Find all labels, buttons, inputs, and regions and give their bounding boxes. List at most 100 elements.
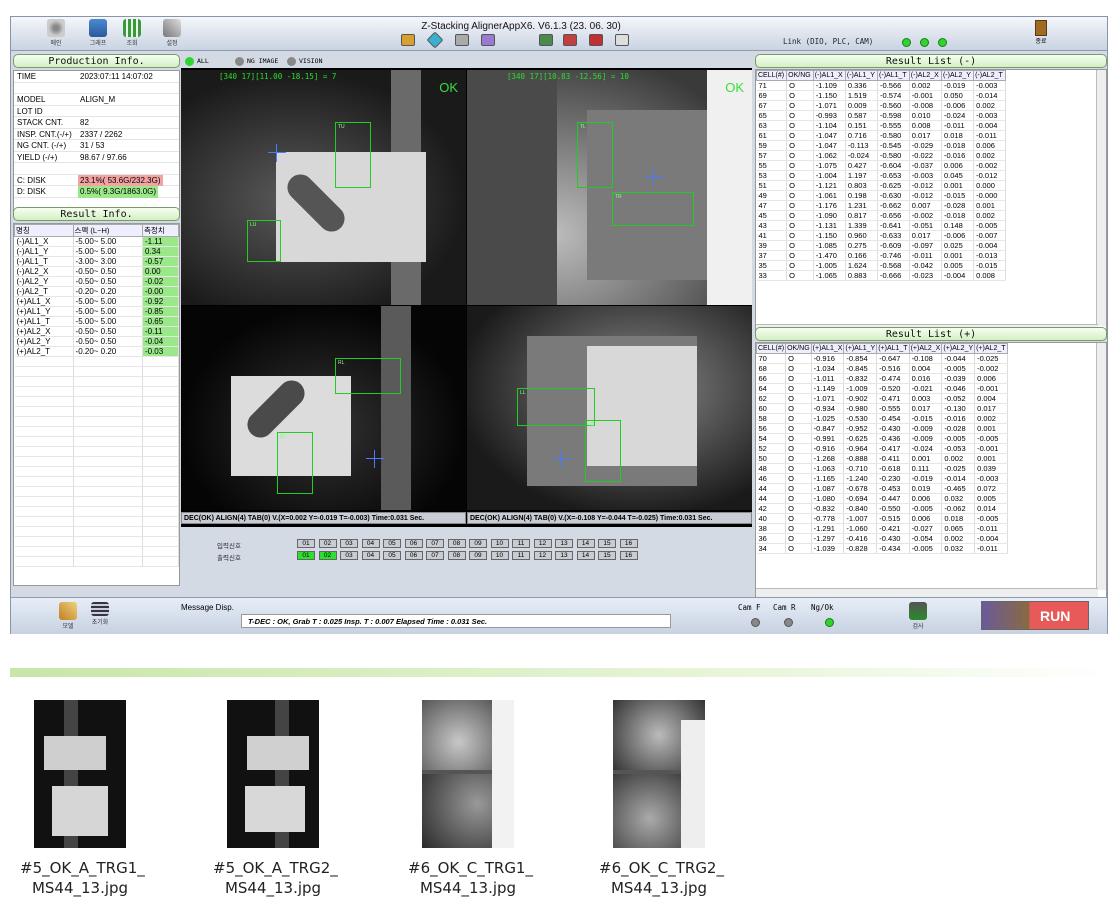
table-row[interactable]: 38 O -1.291 -1.060 -0.421 -0.027 0.065 -0.011 xyxy=(756,523,1008,534)
column-header[interactable]: (+)AL2_Y xyxy=(941,343,976,354)
table-row[interactable]: 67 O -1.071 0.009 -0.560 -0.008 -0.006 0.002 xyxy=(756,100,1006,111)
camera-view-1-top[interactable]: [340 17][11.00 -18.15] = 7 OK TU LU xyxy=(181,70,466,305)
column-header[interactable]: OK/NG xyxy=(785,343,812,354)
camera-view-2-top[interactable]: [340 17][10.83 -12.56] = 10 OK TL TR xyxy=(467,70,752,305)
table-row[interactable]: (+)AL1_X -5.00~ 5.00 -0.92 xyxy=(14,296,179,307)
table-row[interactable]: 33 O -1.065 0.883 -0.666 -0.023 -0.004 0.008 xyxy=(756,270,1006,281)
table-row[interactable]: (+)AL1_T -5.00~ 5.00 -0.65 xyxy=(14,316,179,327)
table-row[interactable]: 56 O -0.847 -0.952 -0.430 -0.009 -0.028 0.001 xyxy=(756,423,1008,434)
table-row[interactable]: 41 O -1.150 0.960 -0.633 0.017 -0.006 -0.007 xyxy=(756,230,1006,241)
column-header[interactable]: OK/NG xyxy=(786,70,814,81)
table-row[interactable]: 44 O -1.080 -0.694 -0.447 0.006 0.032 0.005 xyxy=(756,493,1008,504)
table-row[interactable]: 68 O -1.034 -0.845 -0.516 0.004 -0.005 -0.002 xyxy=(756,363,1008,374)
tab-ng-image[interactable]: NG IMAGE xyxy=(233,56,278,67)
column-header[interactable]: (+)AL1_Y xyxy=(843,343,878,354)
table-row[interactable]: (-)AL1_Y -5.00~ 5.00 0.34 xyxy=(14,246,179,257)
table-row[interactable]: 40 O -0.778 -1.007 -0.515 0.006 0.018 -0.005 xyxy=(756,513,1008,524)
io-icon[interactable] xyxy=(481,34,495,46)
record-icon[interactable] xyxy=(563,34,577,46)
vertical-scrollbar[interactable] xyxy=(1096,343,1106,590)
folder-icon[interactable] xyxy=(401,34,415,46)
column-header[interactable]: (+)AL2_X xyxy=(908,343,943,354)
table-row[interactable]: 65 O -0.993 0.587 -0.598 0.010 -0.024 -0.003 xyxy=(756,110,1006,121)
table-row[interactable]: (+)AL2_Y -0.50~ 0.50 -0.04 xyxy=(14,336,179,347)
table-row[interactable]: 49 O -1.061 0.198 -0.630 -0.012 -0.015 -0.000 xyxy=(756,190,1006,201)
table-row[interactable]: (-)AL2_X -0.50~ 0.50 0.00 xyxy=(14,266,179,277)
table-row[interactable]: 55 O -1.075 0.427 -0.604 -0.037 0.006 -0.002 xyxy=(756,160,1006,171)
camera-view-1-bottom[interactable]: RL BL xyxy=(181,306,466,510)
table-row[interactable]: 36 O -1.297 -0.416 -0.430 -0.054 0.002 -0.004 xyxy=(756,533,1008,544)
table-row[interactable]: 39 O -1.085 0.275 -0.609 -0.097 0.025 -0.004 xyxy=(756,240,1006,251)
tab-vision[interactable]: VISION xyxy=(285,56,322,67)
model-button[interactable]: 모델 xyxy=(53,602,83,632)
table-row[interactable]: (+)AL1_Y -5.00~ 5.00 -0.85 xyxy=(14,306,179,317)
graph-button[interactable]: 그래프 xyxy=(83,19,113,49)
table-row[interactable]: 71 O -1.109 0.336 -0.566 0.002 -0.019 -0.003 xyxy=(756,80,1006,91)
table-row[interactable]: 61 O -1.047 0.716 -0.580 0.017 0.018 -0.011 xyxy=(756,130,1006,141)
table-row[interactable]: 54 O -0.991 -0.625 -0.436 -0.009 -0.005 -0.005 xyxy=(756,433,1008,444)
table-row[interactable]: 57 O -1.062 -0.024 -0.580 -0.022 -0.016 0.002 xyxy=(756,150,1006,161)
save-icon[interactable] xyxy=(539,34,553,46)
result-list-minus-table[interactable]: CELL(#) OK/NG (-)AL1_X (-)AL1_Y (-)AL1_T (-)A… xyxy=(755,69,1107,335)
table-row[interactable]: 46 O -1.165 -1.240 -0.230 -0.019 -0.014 -0.003 xyxy=(756,473,1008,484)
diamond-icon[interactable] xyxy=(426,31,444,49)
column-header[interactable]: (-)AL2_T xyxy=(973,70,1006,81)
table-row[interactable]: (-)AL2_T -0.20~ 0.20 -0.00 xyxy=(14,286,179,297)
tab-all[interactable]: ALL xyxy=(183,56,209,67)
table-row[interactable]: (-)AL1_T -3.00~ 3.00 -0.57 xyxy=(14,256,179,267)
table-row[interactable]: 47 O -1.176 1.231 -0.662 0.007 -0.028 0.001 xyxy=(756,200,1006,211)
table-row[interactable]: 53 O -1.004 1.197 -0.653 -0.003 0.045 -0.012 xyxy=(756,170,1006,181)
table-row[interactable]: 58 O -1.025 -0.530 -0.454 -0.015 -0.016 0.002 xyxy=(756,413,1008,424)
column-header[interactable]: (-)AL2_X xyxy=(908,70,942,81)
grid-view-icon[interactable] xyxy=(589,34,603,46)
file-thumbnail-2[interactable]: #5_OK_A_TRG2_ MS44_13.jpg xyxy=(213,700,338,898)
file-thumbnail-4[interactable]: #6_OK_C_TRG2_ MS44_13.jpg xyxy=(599,700,724,898)
result-list-plus-table[interactable]: CELL(#) OK/NG (+)AL1_X (+)AL1_Y (+)AL1_T (+)A… xyxy=(755,342,1107,599)
run-button[interactable]: RUN xyxy=(981,601,1089,630)
column-header[interactable]: (-)AL1_T xyxy=(877,70,910,81)
table-row[interactable]: (+)AL2_X -0.50~ 0.50 -0.11 xyxy=(14,326,179,337)
table-row[interactable]: 59 O -1.047 -0.113 -0.545 -0.029 -0.018 0.006 xyxy=(756,140,1006,151)
table-row[interactable]: 37 O -1.470 0.166 -0.746 -0.011 0.001 -0.013 xyxy=(756,250,1006,261)
table-row[interactable]: 43 O -1.131 1.339 -0.641 -0.051 0.148 -0.005 xyxy=(756,220,1006,231)
column-header[interactable]: (+)AL1_T xyxy=(876,343,910,354)
table-row[interactable]: 44 O -1.087 -0.678 -0.453 0.019 -0.465 0.072 xyxy=(756,483,1008,494)
table-row[interactable]: (-)AL2_Y -0.50~ 0.50 -0.02 xyxy=(14,276,179,287)
table-row[interactable]: 50 O -1.268 -0.888 -0.411 0.001 0.002 0.001 xyxy=(756,453,1008,464)
table-row[interactable]: 64 O -1.149 -1.009 -0.520 -0.021 -0.046 -0.001 xyxy=(756,383,1008,394)
window-icon[interactable] xyxy=(615,34,629,46)
table-row[interactable]: (-)AL1_X -5.00~ 5.00 -1.11 xyxy=(14,236,179,247)
vertical-scrollbar[interactable] xyxy=(1096,70,1106,326)
reset-button[interactable]: 초기화 xyxy=(85,602,115,632)
column-header[interactable]: (-)AL2_Y xyxy=(940,70,975,81)
table-row[interactable]: 63 O -1.104 0.151 -0.555 0.008 -0.011 -0.004 xyxy=(756,120,1006,131)
column-header[interactable]: (-)AL1_Y xyxy=(844,70,879,81)
table-row[interactable]: 34 O -1.039 -0.828 -0.434 -0.005 0.032 -0.011 xyxy=(756,543,1008,554)
column-header[interactable]: CELL(#) xyxy=(756,70,788,81)
column-header[interactable]: 스펙 (L~H) xyxy=(72,224,143,237)
column-header[interactable]: CELL(#) xyxy=(756,343,787,354)
camera-view-2-bottom[interactable]: LL TB xyxy=(467,306,752,510)
table-row[interactable]: (+)AL2_T -0.20~ 0.20 -0.03 xyxy=(14,346,179,357)
table-row[interactable]: 51 O -1.121 0.803 -0.625 -0.012 0.001 0.000 xyxy=(756,180,1006,191)
column-header[interactable]: (+)AL2_T xyxy=(974,343,1008,354)
column-header[interactable]: 명칭 xyxy=(14,224,74,237)
file-thumbnail-3[interactable]: #6_OK_C_TRG1_ MS44_13.jpg xyxy=(408,700,533,898)
table-row[interactable]: 42 O -0.832 -0.840 -0.550 -0.005 -0.062 0.014 xyxy=(756,503,1008,514)
table-row[interactable]: 60 O -0.934 -0.980 -0.555 0.017 -0.130 0.017 xyxy=(756,403,1008,414)
main-button[interactable]: 메인 xyxy=(41,19,71,49)
table-row[interactable]: 70 O -0.916 -0.854 -0.647 -0.108 -0.044 -0.025 xyxy=(756,353,1008,364)
column-header[interactable]: (-)AL1_X xyxy=(812,70,846,81)
camera-icon[interactable] xyxy=(455,34,469,46)
table-row[interactable]: 48 O -1.063 -0.710 -0.618 0.111 -0.025 0.039 xyxy=(756,463,1008,474)
table-row[interactable]: 69 O -1.150 1.519 -0.574 -0.001 0.050 -0.014 xyxy=(756,90,1006,101)
settings-button[interactable]: 설정 xyxy=(157,19,187,49)
exit-button[interactable]: 종료 xyxy=(1029,20,1053,48)
table-row[interactable]: 62 O -1.071 -0.902 -0.471 0.003 -0.052 0.004 xyxy=(756,393,1008,404)
table-row[interactable]: 35 O -1.005 1.624 -0.568 -0.042 0.005 -0.015 xyxy=(756,260,1006,271)
column-header[interactable]: (+)AL1_X xyxy=(810,343,845,354)
inspect-button[interactable]: 검사 xyxy=(903,602,933,632)
table-row[interactable]: 66 O -1.011 -0.832 -0.474 0.016 -0.039 0.006 xyxy=(756,373,1008,384)
file-thumbnail-1[interactable]: #5_OK_A_TRG1_ MS44_13.jpg xyxy=(20,700,145,898)
table-row[interactable]: 52 O -0.916 -0.964 -0.417 -0.024 -0.053 -0.001 xyxy=(756,443,1008,454)
